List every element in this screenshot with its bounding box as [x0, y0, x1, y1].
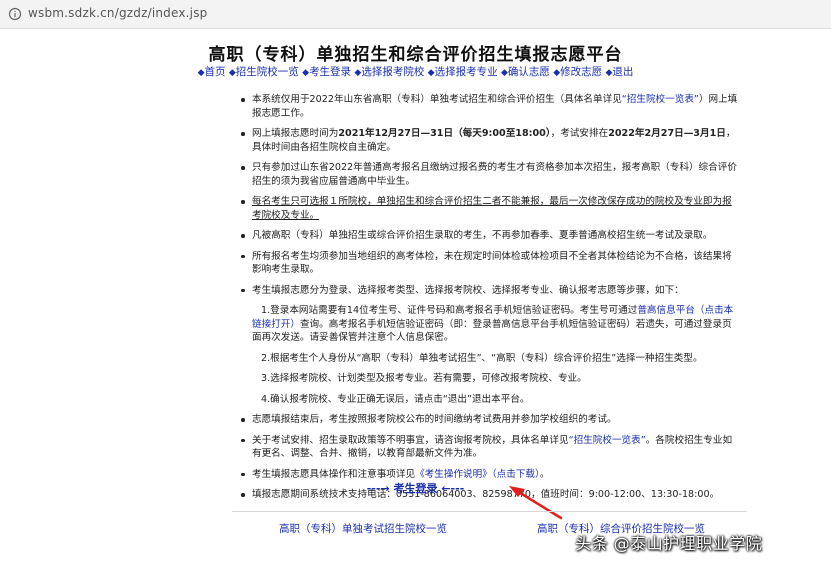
list-item: 凡被高职（专科）单独招生或综合评价招生录取的考生，不再参加春季、夏季普通高校招生… [238, 229, 738, 243]
footer-link-single-exam[interactable]: 高职（专科）单独考试招生院校一览 [279, 521, 447, 536]
list-item: 每名考生只可选报１所院校，单独招生和综合评价招生二者不能兼报，最后一次修改保存成… [238, 195, 738, 222]
nav-schools[interactable]: 招生院校一览 [236, 66, 299, 78]
list-item: 考生填报志愿具体操作和注意事项详见《考生操作说明》（点击下载）。 [238, 468, 738, 482]
notice-list: 本系统仅用于2022年山东省高职（专科）单独考试招生和综合评价招生（具体名单详见… [238, 93, 738, 509]
manual-download-link[interactable]: 《考生操作说明》（点击下载） [415, 469, 540, 480]
divider [232, 511, 747, 512]
step-item: 4.确认报考院校、专业正确无误后，请点击“退出”退出本平台。 [261, 393, 530, 405]
nav-select-school[interactable]: 选择报考院校 [361, 66, 424, 78]
step-item: 1.登录本网站需要有14位考生号、证件号码和高考报名手机短信验证密码。考生号可通… [252, 305, 734, 343]
step-item: 2.根据考生个人身份从“高职（专科）单独考试招生”、“高职（专科）综合评价招生”… [261, 352, 703, 364]
list-item: 网上填报志愿时间为2021年12月27日—31日（每天9:00至18:00），考… [238, 127, 738, 154]
bullet-icon: ◆ [500, 68, 508, 78]
list-item: 考生填报志愿分为登录、选择报考类型、选择报考院校、选择报考专业、确认报考志愿等步… [238, 284, 738, 298]
annotation-arrow-icon [509, 486, 563, 520]
bullet-icon: ◆ [228, 68, 236, 78]
arrow-left-icon: ←--- [441, 482, 465, 495]
info-icon[interactable] [8, 7, 22, 21]
step-item: 3.选择报考院校、计划类型及报考专业。若有需要，可修改报考院校、专业。 [261, 373, 587, 384]
login-row: ---→ 考生登录 ←--- [0, 480, 831, 496]
watermark: 头条 @泰山护理职业学院 [575, 534, 763, 553]
list-item: 关于考试安排、招生录取政策等不明事宜，请咨询报考院校，具体名单详见“招生院校一览… [238, 434, 738, 461]
nav-confirm[interactable]: 确认志愿 [508, 66, 550, 78]
nav-exit[interactable]: 退出 [612, 66, 633, 78]
schools-link[interactable]: “招生院校一览表” [569, 435, 646, 446]
nav-select-major[interactable]: 选择报考专业 [435, 66, 498, 78]
page-title: 高职（专科）单独招生和综合评价招生填报志愿平台 [208, 45, 623, 65]
bullet-icon: ◆ [197, 68, 205, 78]
nav-home[interactable]: 首页 [205, 66, 226, 78]
nav-login[interactable]: 考生登录 [309, 66, 351, 78]
list-item: 志愿填报结束后，考生按照报考院校公布的时间缴纳考试费用并参加学校组织的考试。 [238, 413, 738, 427]
top-nav: ◆首页 ◆招生院校一览 ◆考生登录 ◆选择报考院校 ◆选择报考专业 ◆确认志愿 … [0, 64, 831, 79]
list-item: 本系统仅用于2022年山东省高职（专科）单独考试招生和综合评价招生（具体名单详见… [238, 93, 738, 120]
arrow-right-icon: ---→ [366, 482, 390, 495]
student-login-link[interactable]: 考生登录 [394, 482, 438, 495]
bullet-icon: ◆ [427, 68, 435, 78]
address-bar[interactable]: wsbm.sdzk.cn/gzdz/index.jsp [0, 0, 831, 29]
list-item: 只有参加过山东省2022年普通高考报名且缴纳过报名费的考生才有资格参加本次招生，… [238, 161, 738, 188]
nav-modify[interactable]: 修改志愿 [560, 66, 602, 78]
list-item: 所有报名考生均须参加当地组织的高考体检，未在规定时间体检或体检项目不全者其体检结… [238, 250, 738, 277]
url-text[interactable]: wsbm.sdzk.cn/gzdz/index.jsp [28, 6, 208, 20]
schools-link[interactable]: “招生院校一览表” [622, 94, 699, 105]
